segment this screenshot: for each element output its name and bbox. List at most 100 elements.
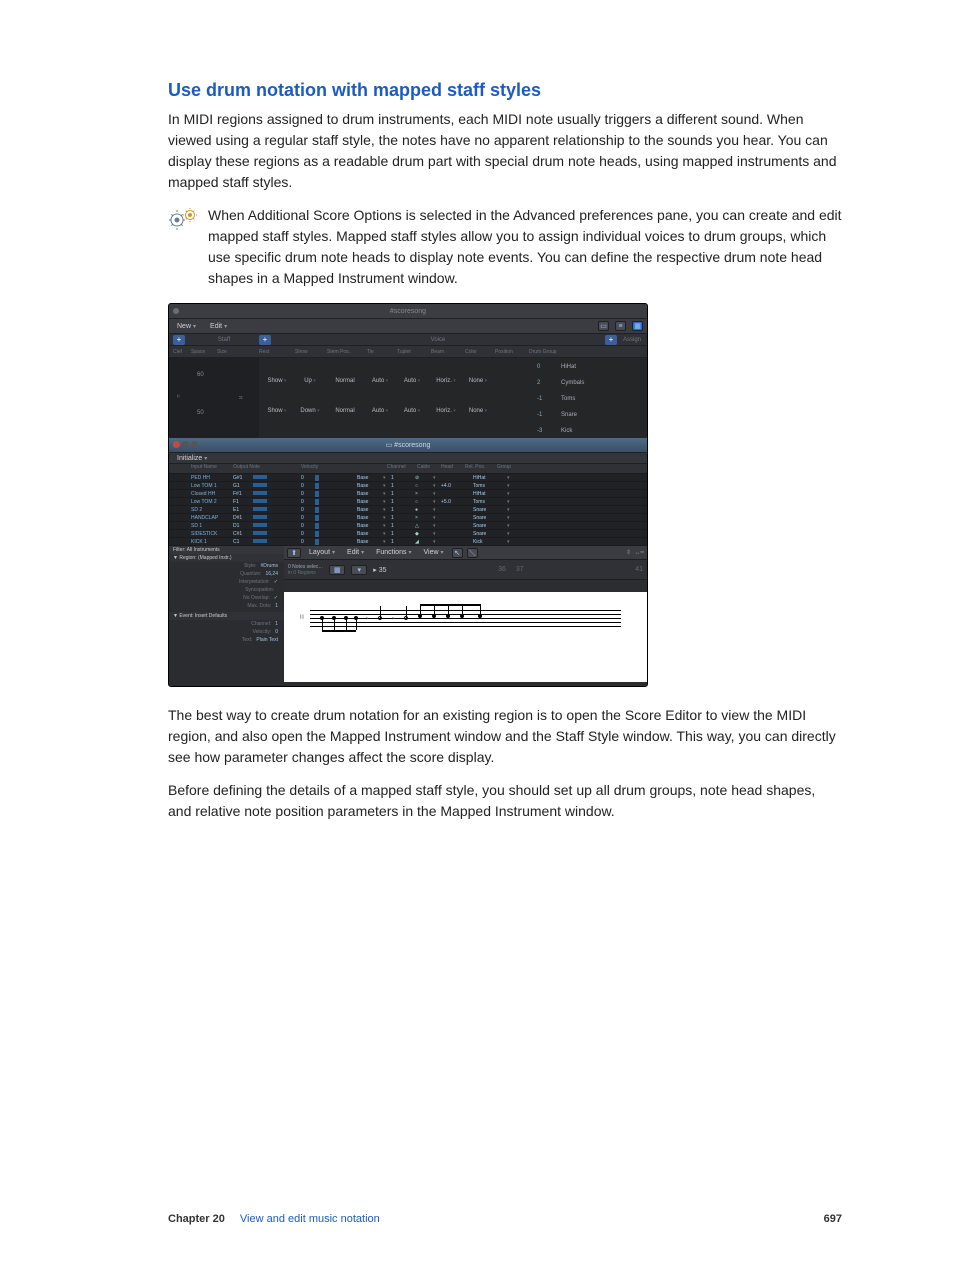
voice2-norm[interactable]: Normal bbox=[325, 408, 365, 414]
mapped-header-row: Input Name Output Note Velocity Channel … bbox=[169, 464, 647, 474]
mapped-row[interactable]: Low TOM 2F10Base▾1○▾+5.0Toms▾ bbox=[169, 498, 647, 506]
voice2-color[interactable]: None bbox=[463, 408, 493, 414]
staffstyle-titlebar: #scoresong bbox=[169, 304, 647, 318]
mapped-row[interactable]: KICK 1C10Base▾1◢▾Kick▾ bbox=[169, 538, 647, 546]
pointer-tool-icon[interactable]: ↖ bbox=[452, 548, 463, 558]
region-param-row[interactable]: Max. Dots:1 bbox=[169, 602, 284, 610]
score-view-menu[interactable]: View bbox=[420, 548, 448, 557]
label-assign: Assign bbox=[617, 337, 647, 343]
toggle-b-icon[interactable]: ▾ bbox=[351, 565, 367, 575]
ruler-mark-36: 36 bbox=[498, 566, 506, 573]
footer-page-number: 697 bbox=[824, 1213, 842, 1225]
zoom-icons[interactable]: ⇕ ↔━ bbox=[626, 549, 644, 556]
staff-canvas[interactable]: 𝄥 𝄾 𝄾 bbox=[284, 592, 647, 682]
staffstyle-title: #scoresong bbox=[390, 308, 426, 315]
grid-view-btn[interactable]: ≡ bbox=[615, 321, 626, 331]
drumgroup-cymbals[interactable]: 2Cymbals bbox=[537, 376, 647, 390]
voice2-tie[interactable]: Auto bbox=[365, 408, 395, 414]
voice1-beam[interactable]: Horiz. bbox=[429, 378, 463, 384]
paragraph-2-advanced: When Additional Score Options is selecte… bbox=[208, 205, 842, 289]
mapped-row[interactable]: HANDCLAPD#10Base▾1×▾Snare▾ bbox=[169, 514, 647, 522]
space-top[interactable]: 60 bbox=[197, 372, 204, 378]
footer-chapter-name: View and edit music notation bbox=[240, 1213, 380, 1225]
tool-up-icon[interactable]: ⬆ bbox=[287, 548, 301, 558]
regions-label: in 0 Regions bbox=[288, 570, 323, 576]
col-position: Position bbox=[495, 349, 529, 355]
col-space: Space bbox=[191, 349, 217, 355]
window-close-dot[interactable] bbox=[173, 308, 179, 314]
drumgroup-hihat[interactable]: 0HiHat bbox=[537, 360, 647, 374]
drumgroup-snare[interactable]: -1Snare bbox=[537, 408, 647, 422]
voice2-show[interactable]: Show bbox=[259, 408, 295, 414]
event-param-row[interactable]: Velocity:0 bbox=[169, 628, 284, 636]
menu-edit[interactable]: Edit bbox=[206, 322, 231, 331]
add-staff-btn[interactable]: + bbox=[173, 335, 185, 345]
win-close-red[interactable] bbox=[173, 441, 180, 448]
score-layout-menu[interactable]: Layout bbox=[305, 548, 339, 557]
voice1-color[interactable]: None bbox=[463, 378, 493, 384]
space-bottom[interactable]: 50 bbox=[197, 410, 204, 416]
voice2-beam[interactable]: Horiz. bbox=[429, 408, 463, 414]
win-min[interactable] bbox=[182, 441, 189, 448]
region-param-row[interactable]: Syncopation: bbox=[169, 586, 284, 594]
col-tuplet: Tuplet bbox=[397, 349, 431, 355]
mapped-row[interactable]: SIDESTICKC#10Base▾1◆▾Snare▾ bbox=[169, 530, 647, 538]
drumgroup-kick[interactable]: -3Kick bbox=[537, 424, 647, 438]
list-view-btn[interactable]: ▭ bbox=[598, 321, 609, 331]
filter-header[interactable]: Filter: All Instruments bbox=[169, 546, 284, 554]
section-heading: Use drum notation with mapped staff styl… bbox=[168, 80, 842, 101]
mapped-row[interactable]: Closed HHF#10Base▾1×▾HiHat▾ bbox=[169, 490, 647, 498]
voice2-tuplet[interactable]: Auto bbox=[395, 408, 429, 414]
col-tie: Tie bbox=[367, 349, 397, 355]
paragraph-4: Before defining the details of a mapped … bbox=[168, 780, 842, 822]
mapped-instrument-window: ▭ #scoresong Initialize Input Name Outpu… bbox=[169, 438, 647, 546]
voice2-stem[interactable]: Down bbox=[295, 408, 325, 414]
mapped-title: #scoresong bbox=[394, 442, 430, 449]
voice1-stem[interactable]: Up bbox=[295, 378, 325, 384]
initialize-menu[interactable]: Initialize bbox=[173, 454, 211, 463]
label-voice: Voice bbox=[271, 337, 605, 343]
staff-style-window: #scoresong New Edit ▭ ≡ ▦ + Staff + Voic… bbox=[169, 304, 647, 438]
mapped-row[interactable]: Low TOM 1G10Base▾1○▾+4.0Toms▾ bbox=[169, 482, 647, 490]
mapped-row[interactable]: SD 2E10Base▾1●▾Snare▾ bbox=[169, 506, 647, 514]
col-show: Show bbox=[295, 349, 327, 355]
region-param-row[interactable]: Style:#Drums bbox=[169, 562, 284, 570]
col-stem: Stem Pos. bbox=[327, 349, 367, 355]
drumgroup-toms[interactable]: -1Toms bbox=[537, 392, 647, 406]
event-param-row[interactable]: Text:Plain Text bbox=[169, 636, 284, 644]
ruler-mark-37: 37 bbox=[516, 566, 524, 573]
win-zoom[interactable] bbox=[191, 441, 198, 448]
col-size: Size bbox=[217, 349, 259, 355]
size-handle-icon[interactable]: 𝄪 bbox=[239, 392, 243, 402]
score-editor-pane: Filter: All Instruments ▼ Region: (Mappe… bbox=[169, 546, 647, 686]
mapped-row[interactable]: SD 1D10Base▾1△▾Snare▾ bbox=[169, 522, 647, 530]
voice1-norm[interactable]: Normal bbox=[325, 378, 365, 384]
region-param-row[interactable]: Quantize:16,24 bbox=[169, 570, 284, 578]
event-param-row[interactable]: Channel:1 bbox=[169, 620, 284, 628]
view-btn-active[interactable]: ▦ bbox=[632, 321, 643, 331]
region-box-header[interactable]: ▼ Region: (Mapped Instr.) bbox=[169, 554, 284, 562]
drum-clef-icon: 𝄥 bbox=[177, 392, 179, 402]
event-box-header[interactable]: ▼ Event: Insert Defaults bbox=[169, 612, 284, 620]
col-beam: Beam bbox=[431, 349, 465, 355]
add-assign-btn[interactable]: + bbox=[605, 335, 617, 345]
score-functions-menu[interactable]: Functions bbox=[372, 548, 415, 557]
ruler-start: 35 bbox=[379, 567, 387, 574]
voice1-tuplet[interactable]: Auto bbox=[395, 378, 429, 384]
toggle-a-icon[interactable]: ▦ bbox=[329, 565, 345, 575]
paragraph-1: In MIDI regions assigned to drum instrum… bbox=[168, 109, 842, 193]
pencil-tool-icon[interactable]: ＼ bbox=[467, 548, 478, 558]
mapped-row[interactable]: PED HHG#10Base▾1⊘▾HiHat▾ bbox=[169, 474, 647, 482]
advanced-gears-icon bbox=[168, 207, 200, 231]
paragraph-3: The best way to create drum notation for… bbox=[168, 705, 842, 768]
score-edit-menu[interactable]: Edit bbox=[343, 548, 368, 557]
add-voice-btn[interactable]: + bbox=[259, 335, 271, 345]
region-param-row[interactable]: No Overlap:✓ bbox=[169, 594, 284, 602]
col-color: Color bbox=[465, 349, 495, 355]
voice1-show[interactable]: Show bbox=[259, 378, 295, 384]
region-param-row[interactable]: Interpretation:✓ bbox=[169, 578, 284, 586]
footer-chapter-label: Chapter 20 bbox=[168, 1213, 225, 1225]
app-screenshot: #scoresong New Edit ▭ ≡ ▦ + Staff + Voic… bbox=[168, 303, 648, 687]
menu-new[interactable]: New bbox=[173, 322, 200, 331]
voice1-tie[interactable]: Auto bbox=[365, 378, 395, 384]
